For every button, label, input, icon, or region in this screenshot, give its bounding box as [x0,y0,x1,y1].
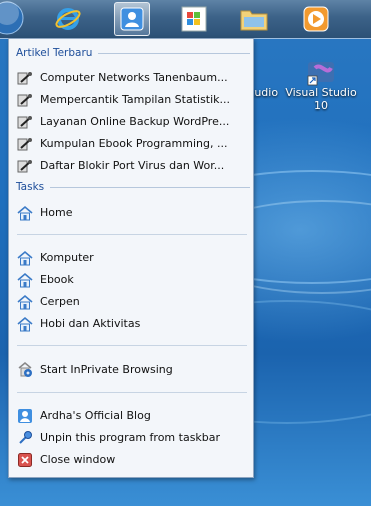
taskbar-windows-explorer[interactable] [176,2,212,36]
pinned-page-icon [17,92,33,108]
house-icon [17,205,33,221]
windows-flag-icon [181,6,207,32]
desktop-icon-visual-studio[interactable]: Visual Studio 10 [276,58,366,112]
footer-label: Ardha's Official Blog [40,409,151,422]
task-label: Start InPrivate Browsing [40,363,173,376]
recent-item-label: Daftar Blokir Port Virus dan Wor... [40,159,225,172]
recent-item-label: Layanan Online Backup WordPre... [40,115,230,128]
pinned-page-icon [17,158,33,174]
inprivate-icon [17,361,33,378]
footer-unpin[interactable]: Unpin this program from taskbar [14,427,248,448]
recent-item[interactable]: Kumpulan Ebook Programming, ... [14,133,248,154]
house-icon [17,294,33,310]
task-komputer[interactable]: Komputer [14,247,248,268]
recent-item-label: Computer Networks Tanenbaum... [40,71,228,84]
divider [17,345,247,346]
recent-item-label: Kumpulan Ebook Programming, ... [40,137,228,150]
recent-item[interactable]: Computer Networks Tanenbaum... [14,67,248,88]
task-hobi[interactable]: Hobi dan Aktivitas [14,313,248,334]
task-cerpen[interactable]: Cerpen [14,291,248,312]
desktop-icon-label: tudio [250,86,279,99]
task-label: Komputer [40,251,94,264]
footer-label: Close window [40,453,116,466]
footer-blog[interactable]: Ardha's Official Blog [14,405,248,426]
task-label: Home [40,206,73,219]
jump-list: Artikel Terbaru Computer Networks Tanenb… [8,38,254,478]
recent-item[interactable]: Mempercantik Tampilan Statistik... [14,89,248,110]
desktop-icon-label-line2: 10 [314,99,328,112]
divider [17,392,247,393]
task-inprivate[interactable]: Start InPrivate Browsing [14,359,248,380]
task-home[interactable]: Home [14,202,248,223]
footer-label: Unpin this program from taskbar [40,431,221,444]
divider [17,234,247,235]
recent-item[interactable]: Layanan Online Backup WordPre... [14,111,248,132]
taskbar-folder[interactable] [236,2,272,36]
media-player-icon [303,6,329,32]
footer-close-window[interactable]: Close window [14,449,248,470]
taskbar-internet-explorer[interactable] [50,2,86,36]
task-label: Hobi dan Aktivitas [40,317,141,330]
blog-icon [17,408,33,424]
internet-explorer-icon [55,8,81,30]
recent-item[interactable]: Daftar Blokir Port Virus dan Wor... [14,155,248,176]
user-profile-icon [120,7,144,31]
task-label: Cerpen [40,295,80,308]
tasks-header-label: Tasks [16,181,45,193]
pinned-page-icon [17,114,33,130]
pinned-page-icon [17,136,33,152]
house-icon [17,272,33,288]
windows-orb-icon [0,1,24,35]
house-icon [17,316,33,332]
task-label: Ebook [40,273,74,286]
close-icon [17,452,33,468]
taskbar-user-profile[interactable] [114,2,150,36]
task-ebook[interactable]: Ebook [14,269,248,290]
folder-icon [240,10,268,31]
unpin-icon [17,430,33,446]
pinned-page-icon [17,70,33,86]
desktop-icon-label: Visual Studio [285,86,357,99]
recent-header-label: Artikel Terbaru [16,47,93,59]
recent-section-header: Artikel Terbaru [16,47,250,59]
visual-studio-icon [305,58,337,86]
taskbar [0,0,371,39]
desktop-icon-partial[interactable]: tudio [250,86,280,99]
house-icon [17,250,33,266]
start-button[interactable] [0,1,26,35]
recent-item-label: Mempercantik Tampilan Statistik... [40,93,231,106]
tasks-section-header: Tasks [16,181,250,193]
taskbar-media-player[interactable] [298,2,334,36]
